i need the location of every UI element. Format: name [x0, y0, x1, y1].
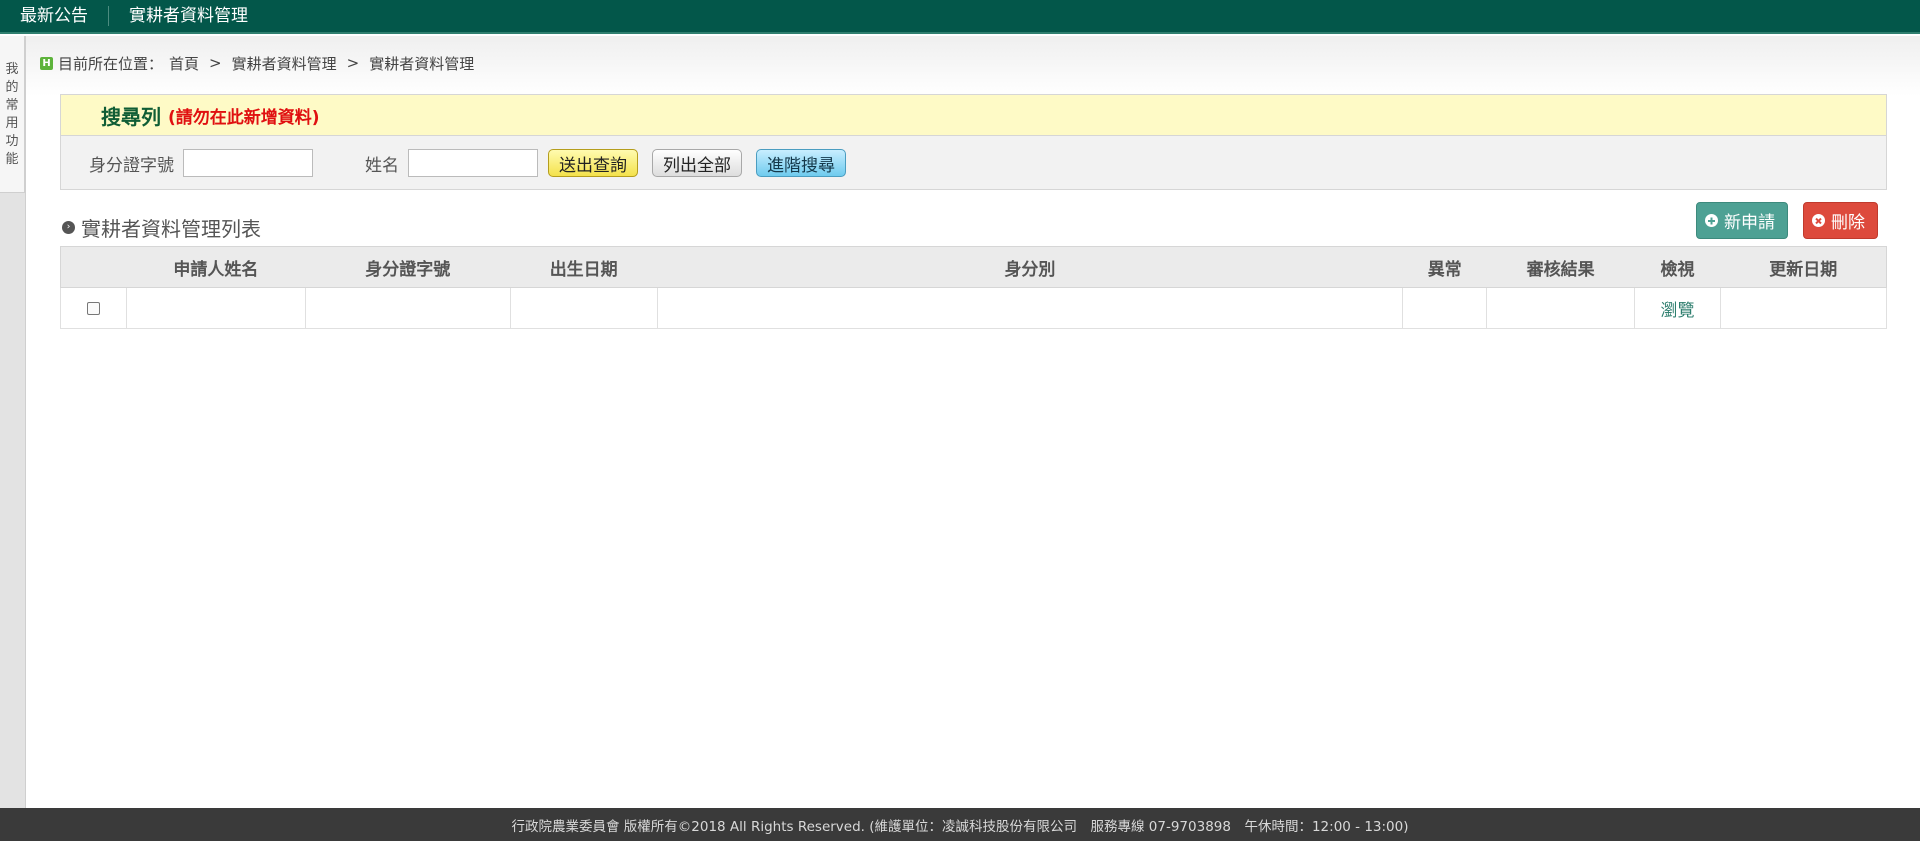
list-all-button[interactable]: 列出全部 [652, 149, 742, 177]
footer: 行政院農業委員會 版權所有©2018 All Rights Reserved. … [0, 808, 1920, 841]
breadcrumb-separator: > [209, 54, 222, 72]
col-identity-type[interactable]: 身分別 [657, 246, 1403, 288]
table-row: 瀏覽 [60, 287, 1887, 329]
nav-item-announcements[interactable]: 最新公告 [0, 0, 108, 33]
cell-id-number [304, 287, 511, 329]
col-review-result[interactable]: 審核結果 [1486, 246, 1635, 288]
favorites-tab[interactable]: 我的常用功能 [0, 36, 25, 193]
breadcrumb: H 目前所在位置： 首頁 > 實耕者資料管理 > 實耕者資料管理 [40, 52, 474, 74]
cell-updated-date [1720, 287, 1887, 329]
id-number-input[interactable] [183, 149, 313, 177]
list-title: › 實耕者資料管理列表 [62, 213, 261, 242]
col-updated-date[interactable]: 更新日期 [1720, 246, 1887, 288]
search-warning: (請勿在此新增資料) [168, 107, 320, 128]
cell-abnormal [1402, 287, 1488, 329]
nav-item-farmer-data[interactable]: 實耕者資料管理 [109, 0, 268, 33]
id-number-label: 身分證字號 [89, 155, 174, 176]
farmer-data-table: 申請人姓名 身分證字號 出生日期 身分別 異常 審核結果 檢視 更新日期 瀏覽 [60, 246, 1887, 329]
breadcrumb-farmer-data[interactable]: 實耕者資料管理 [232, 53, 337, 74]
list-title-text: 實耕者資料管理列表 [81, 217, 261, 241]
delete-button[interactable]: 刪除 [1803, 202, 1878, 239]
row-checkbox[interactable] [86, 301, 100, 315]
col-birth-date[interactable]: 出生日期 [510, 246, 658, 288]
plus-circle-icon [1705, 214, 1718, 227]
chevron-right-icon: › [62, 221, 75, 234]
col-view: 檢視 [1634, 246, 1721, 288]
name-label: 姓名 [365, 155, 399, 176]
top-nav: 最新公告 實耕者資料管理 [0, 0, 1920, 34]
cell-review-result [1486, 287, 1636, 329]
row-select-cell [60, 287, 127, 329]
search-row: 身分證字號 姓名 送出查詢 列出全部 進階搜尋 [61, 136, 1886, 190]
breadcrumb-prefix: 目前所在位置： [58, 54, 164, 73]
col-select [60, 246, 127, 288]
cell-view: 瀏覽 [1634, 287, 1722, 329]
search-header: 搜尋列 (請勿在此新增資料) [61, 95, 1886, 136]
col-applicant-name[interactable]: 申請人姓名 [126, 246, 306, 288]
new-application-button[interactable]: 新申請 [1696, 202, 1788, 239]
search-panel: 搜尋列 (請勿在此新增資料) 身分證字號 姓名 送出查詢 列出全部 進階搜尋 [60, 94, 1887, 190]
submit-query-button[interactable]: 送出查詢 [548, 149, 638, 177]
breadcrumb-current: 實耕者資料管理 [369, 54, 475, 73]
table-header-row: 申請人姓名 身分證字號 出生日期 身分別 異常 審核結果 檢視 更新日期 [60, 246, 1887, 288]
cell-birth-date [509, 287, 658, 329]
delete-label: 刪除 [1831, 213, 1865, 233]
col-abnormal[interactable]: 異常 [1402, 246, 1487, 288]
cell-identity-type [656, 287, 1404, 329]
breadcrumb-separator: > [346, 54, 360, 72]
close-circle-icon [1812, 214, 1825, 227]
browse-link[interactable]: 瀏覽 [1661, 301, 1695, 321]
breadcrumb-home[interactable]: 首頁 [169, 53, 199, 74]
favorites-tab-label: 我的常用功能 [5, 62, 19, 167]
footer-text: 行政院農業委員會 版權所有©2018 All Rights Reserved. … [511, 818, 1409, 835]
col-id-number[interactable]: 身分證字號 [305, 246, 511, 288]
advanced-search-button[interactable]: 進階搜尋 [756, 149, 846, 177]
home-icon: H [40, 56, 53, 70]
cell-applicant-name [125, 287, 306, 329]
name-input[interactable] [408, 149, 538, 177]
new-application-label: 新申請 [1724, 213, 1775, 233]
search-title: 搜尋列 [101, 104, 161, 129]
